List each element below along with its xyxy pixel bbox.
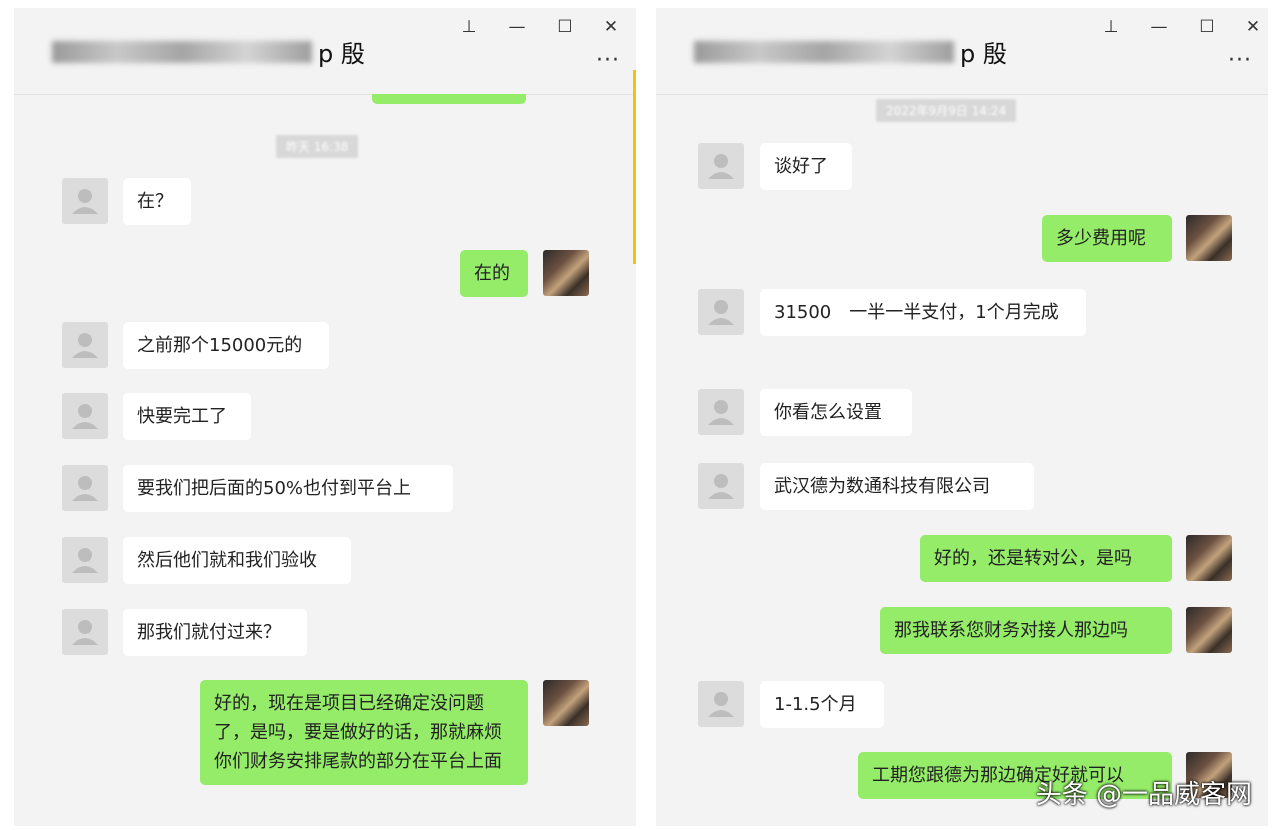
message-bubble[interactable]: 之前那个15000元的 xyxy=(123,322,329,369)
person-silhouette-icon xyxy=(708,400,734,425)
redacted-name xyxy=(694,40,954,63)
timestamp: 2022年9月9日 14:24 xyxy=(876,99,1017,122)
more-options-button[interactable]: ··· xyxy=(596,48,620,73)
contact-avatar[interactable] xyxy=(698,681,744,727)
maximize-button[interactable]: ☐ xyxy=(1196,16,1218,38)
minimize-button[interactable]: — xyxy=(1148,16,1170,38)
contact-avatar[interactable] xyxy=(698,143,744,189)
contact-avatar[interactable] xyxy=(62,322,108,368)
message-bubble[interactable]: 31500 一半一半支付，1个月完成 xyxy=(760,289,1086,336)
minimize-button[interactable]: — xyxy=(506,16,528,38)
person-silhouette-icon xyxy=(72,548,98,573)
maximize-button[interactable]: ☐ xyxy=(554,16,576,38)
message-bubble[interactable]: 好的，还是转对公，是吗 xyxy=(920,535,1172,582)
scrollbar[interactable] xyxy=(633,70,636,264)
chat-title: p 殷 xyxy=(694,34,1007,69)
redacted-name xyxy=(52,40,312,63)
previous-message-bubble xyxy=(372,94,526,104)
contact-avatar[interactable] xyxy=(62,178,108,224)
my-avatar[interactable] xyxy=(1186,535,1232,581)
message-bubble[interactable]: 多少费用呢 xyxy=(1042,215,1172,262)
contact-avatar[interactable] xyxy=(62,393,108,439)
person-silhouette-icon xyxy=(708,692,734,717)
person-silhouette-icon xyxy=(72,189,98,214)
my-avatar[interactable] xyxy=(1186,215,1232,261)
contact-avatar[interactable] xyxy=(62,609,108,655)
message-bubble[interactable]: 要我们把后面的50%也付到平台上 xyxy=(123,465,453,512)
person-silhouette-icon xyxy=(708,300,734,325)
more-options-button[interactable]: ··· xyxy=(1228,48,1252,73)
my-avatar[interactable] xyxy=(1186,607,1232,653)
pin-icon[interactable]: ⊥ xyxy=(1100,16,1122,38)
person-silhouette-icon xyxy=(72,333,98,358)
message-bubble[interactable]: 然后他们就和我们验收 xyxy=(123,537,351,584)
person-silhouette-icon xyxy=(708,474,734,499)
message-bubble[interactable]: 好的，现在是项目已经确定没问题了，是吗，要是做好的话，那就麻烦你们财务安排尾款的… xyxy=(200,680,528,785)
chat-title-text: p 殷 xyxy=(318,40,365,68)
contact-avatar[interactable] xyxy=(698,389,744,435)
message-bubble[interactable]: 谈好了 xyxy=(760,143,852,190)
contact-avatar[interactable] xyxy=(62,537,108,583)
chat-title: p 殷 xyxy=(52,34,365,69)
contact-avatar[interactable] xyxy=(698,289,744,335)
timestamp: 昨天 16:38 xyxy=(276,135,359,158)
message-bubble[interactable]: 那我联系您财务对接人那边吗 xyxy=(880,607,1172,654)
title-bar: p 殷 ⊥ — ☐ ✕ ··· xyxy=(14,8,636,95)
chat-window-right: p 殷 ⊥ — ☐ ✕ ··· 2022年9月9日 14:24 谈好了 多少费用… xyxy=(656,8,1268,826)
message-bubble[interactable]: 那我们就付过来？ xyxy=(123,609,307,656)
message-bubble[interactable]: 你看怎么设置 xyxy=(760,389,912,436)
chat-window-left: p 殷 ⊥ — ☐ ✕ ··· 昨天 16:38 在？ 在的 之前那个15000… xyxy=(14,8,636,826)
message-bubble[interactable]: 在？ xyxy=(123,178,191,225)
message-bubble[interactable]: 快要完工了 xyxy=(123,393,251,440)
person-silhouette-icon xyxy=(708,154,734,179)
message-bubble[interactable]: 1-1.5个月 xyxy=(760,681,884,728)
my-avatar[interactable] xyxy=(543,680,589,726)
my-avatar[interactable] xyxy=(543,250,589,296)
pin-icon[interactable]: ⊥ xyxy=(458,16,480,38)
watermark: 头条 @一品威客网 xyxy=(1035,780,1252,810)
message-bubble[interactable]: 武汉德为数通科技有限公司 xyxy=(760,463,1034,510)
person-silhouette-icon xyxy=(72,620,98,645)
title-bar: p 殷 ⊥ — ☐ ✕ ··· xyxy=(656,8,1268,95)
contact-avatar[interactable] xyxy=(62,465,108,511)
contact-avatar[interactable] xyxy=(698,463,744,509)
message-bubble[interactable]: 在的 xyxy=(460,250,528,297)
close-button[interactable]: ✕ xyxy=(600,16,622,38)
person-silhouette-icon xyxy=(72,404,98,429)
close-button[interactable]: ✕ xyxy=(1242,16,1264,38)
person-silhouette-icon xyxy=(72,476,98,501)
chat-title-text: p 殷 xyxy=(960,40,1007,68)
